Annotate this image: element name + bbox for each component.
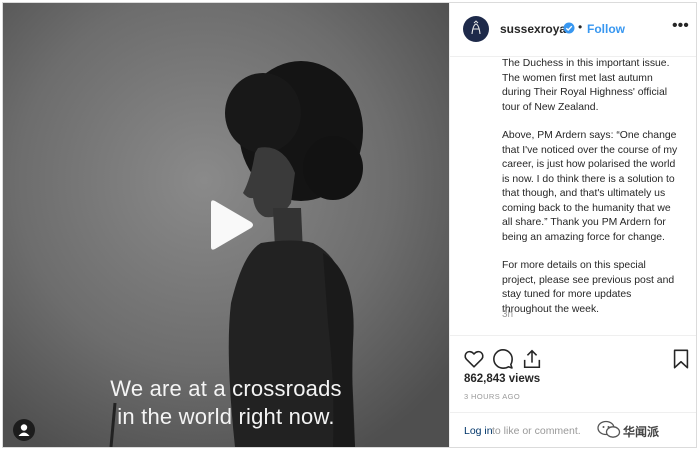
watermark-text: 华闻派 — [623, 425, 660, 439]
caption-line: that I've noticed over the course of my — [502, 144, 678, 156]
more-options-button[interactable]: ••• — [672, 17, 689, 35]
post-timestamp: 3 HOURS AGO — [464, 392, 521, 401]
caption-line: all share.” Thank you PM Ardern for — [502, 217, 666, 228]
person-icon — [18, 424, 30, 436]
caption-line: that though, and that's ultimately us — [502, 188, 666, 199]
caption-line: For more details on this special — [502, 260, 646, 271]
post-header: sussexroyal • Follow ••• — [450, 3, 696, 57]
login-prompt-text: to like or comment. — [492, 425, 581, 437]
header-separator: • — [578, 20, 583, 34]
caption-line: The Duchess in this important issue. — [502, 58, 670, 69]
post-sidebar: sussexroyal • Follow ••• The Duchess in … — [449, 3, 696, 447]
play-icon[interactable] — [203, 199, 255, 251]
caption-line: Above, PM Ardern says: “One change — [502, 130, 677, 141]
video-subtitle-line-1: We are at a crossroads — [110, 376, 342, 401]
view-count[interactable]: 862,843 views — [464, 373, 540, 385]
login-link[interactable]: Log in — [464, 425, 493, 437]
video-subtitle-line-2: in the world right now. — [117, 404, 335, 429]
caption-line: career, is just how polarised the world — [502, 159, 676, 170]
caption-line: during Their Royal Highness' official — [502, 87, 668, 98]
follow-button[interactable]: Follow — [587, 22, 625, 36]
caption-line: is now. I do think there is a solution t… — [502, 173, 675, 185]
wechat-icon — [597, 420, 621, 438]
caption-line: project, please see previous post and — [502, 274, 675, 286]
username-link[interactable]: sussexroyal — [500, 22, 569, 36]
caption-line: stay tuned for more updates — [502, 289, 632, 300]
login-bar: Log in to like or comment. 华闻派 — [450, 412, 696, 447]
watermark: 华闻派 — [597, 417, 692, 443]
post-actions: 862,843 views 3 HOURS AGO Log in to like… — [450, 335, 696, 447]
caption-line: The women first met last autumn — [502, 72, 653, 84]
caption-paragraph-1: The Duchess in this important issue. The… — [502, 57, 687, 115]
caption-paragraph-3: For more details on this special project… — [502, 259, 687, 317]
verified-badge-icon — [563, 22, 575, 34]
caption-line: coming back to the humanity that we — [502, 202, 671, 214]
comment-icon[interactable] — [492, 348, 514, 370]
caption-text: The Duchess in this important issue. The… — [502, 57, 687, 335]
instagram-post: We are at a crossroads in the world righ… — [2, 2, 697, 448]
caption-paragraph-2: Above, PM Ardern says: “One change that … — [502, 129, 687, 245]
tagged-user-button[interactable] — [13, 419, 35, 441]
royal-monogram-icon — [464, 17, 488, 41]
caption-line: throughout the week. — [502, 303, 600, 315]
caption-line: being an amazing force for change. — [502, 231, 665, 243]
heart-icon[interactable] — [463, 348, 485, 370]
caption-line: tour of New Zealand. — [502, 101, 599, 113]
share-icon[interactable] — [521, 348, 543, 370]
caption-timestamp: 3h — [502, 309, 514, 320]
bookmark-icon[interactable] — [670, 348, 692, 370]
video-media[interactable]: We are at a crossroads in the world righ… — [3, 3, 449, 447]
avatar[interactable] — [463, 16, 489, 42]
